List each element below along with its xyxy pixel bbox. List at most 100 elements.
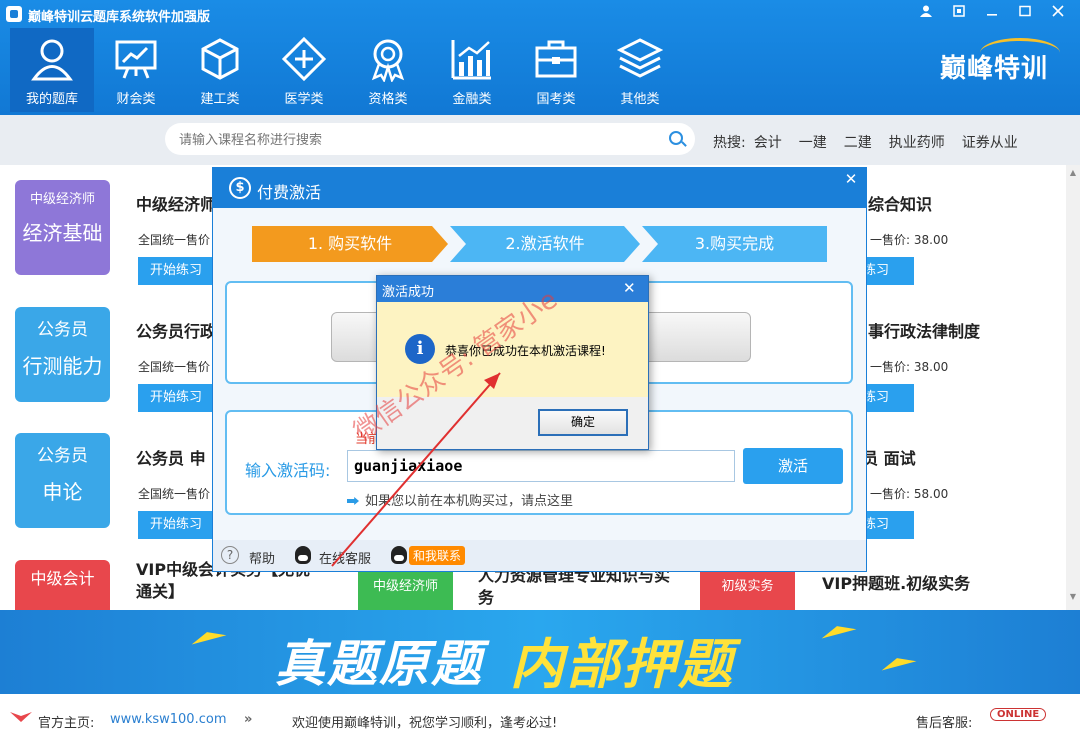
nav-item-other[interactable]: 其他类 bbox=[598, 28, 682, 112]
start-practice-button[interactable]: 开始练习 bbox=[138, 257, 214, 285]
maximize-icon[interactable] bbox=[1012, 4, 1038, 24]
hot-item[interactable]: 会计 bbox=[754, 132, 782, 152]
activation-code-input[interactable]: guanjiaxiaoe bbox=[347, 450, 735, 482]
home-icon bbox=[10, 710, 32, 728]
qq-icon bbox=[391, 546, 407, 564]
course-title[interactable]: VIP押题班.初级实务 bbox=[822, 570, 970, 594]
welcome-text: 欢迎使用巅峰特训，祝您学习顺利，逢考必过! bbox=[292, 716, 558, 731]
help-icon[interactable]: ? bbox=[221, 546, 239, 564]
course-price: 一售价: 38.00 bbox=[870, 360, 949, 374]
double-chevron-icon: » bbox=[244, 712, 253, 727]
success-header: 激活成功 ✕ bbox=[377, 276, 648, 302]
nav-item-medical[interactable]: 医学类 bbox=[262, 28, 346, 112]
status-bar: 官方主页: www.ksw100.com » 欢迎使用巅峰特训，祝您学习顺利，逢… bbox=[0, 694, 1080, 738]
close-icon[interactable]: ✕ bbox=[623, 279, 636, 297]
badge-subject: 行测能力 bbox=[22, 354, 103, 378]
bar-chart-icon bbox=[451, 40, 491, 80]
help-link[interactable]: 帮助 bbox=[249, 548, 275, 567]
course-title[interactable]: 综合知识 bbox=[868, 191, 932, 215]
nav-label: 医学类 bbox=[284, 92, 324, 107]
step-progress: 1. 购买软件 2.激活软件 3.购买完成 bbox=[252, 226, 827, 262]
step-done: 3.购买完成 bbox=[642, 226, 827, 262]
badge-category: 中级经济师 bbox=[29, 192, 95, 207]
step-buy: 1. 购买软件 bbox=[252, 226, 448, 262]
course-title[interactable]: 公务员 申 bbox=[136, 445, 206, 469]
briefcase-icon bbox=[535, 40, 577, 78]
contact-me-button[interactable]: 和我联系 bbox=[409, 546, 466, 565]
badge-category: 公务员 bbox=[37, 446, 88, 466]
hot-item[interactable]: 证券从业 bbox=[962, 132, 1018, 152]
arrow-right-icon bbox=[347, 497, 359, 505]
badge-category: 中级会计 bbox=[30, 569, 95, 588]
chart-board-icon bbox=[115, 40, 157, 79]
search-row: 热搜: 会计 一建 二建 执业药师 证券从业 bbox=[0, 115, 1080, 165]
restore-purchase-link[interactable]: 如果您以前在本机购买过，请点这里 bbox=[347, 490, 573, 509]
scrollbar[interactable] bbox=[1066, 165, 1080, 610]
banner-highlight: 内部押题 bbox=[510, 633, 734, 694]
user-icon[interactable] bbox=[913, 4, 939, 24]
search-box bbox=[165, 123, 695, 155]
course-badge: 公务员 申论 bbox=[15, 433, 110, 528]
search-icon[interactable] bbox=[669, 131, 683, 145]
nav-item-construction[interactable]: 建工类 bbox=[178, 28, 262, 112]
nav-label: 资格类 bbox=[368, 92, 408, 107]
title-bar: 巅峰特训云题库系统软件加强版 bbox=[0, 0, 1080, 28]
nav-label: 国考类 bbox=[536, 92, 576, 107]
start-practice-button[interactable]: 开始练习 bbox=[138, 511, 214, 539]
course-price: 全国统一售价 bbox=[138, 360, 211, 374]
nav-label: 金融类 bbox=[452, 92, 492, 107]
badge-category: 中级经济师 bbox=[372, 579, 438, 594]
online-service-link[interactable]: 在线客服 bbox=[319, 548, 371, 567]
hint-text: 如果您以前在本机购买过，请点这里 bbox=[365, 494, 574, 509]
course-title[interactable]: 公务员行政 bbox=[136, 318, 216, 342]
badge-subject: 申论 bbox=[42, 480, 83, 504]
promo-banner[interactable]: 真题原题 内部押题 bbox=[0, 610, 1080, 694]
activate-button[interactable]: 激活 bbox=[743, 448, 843, 484]
course-badge: 初级实务 bbox=[700, 567, 795, 610]
start-practice-button[interactable]: 开始练习 bbox=[138, 384, 214, 412]
course-title[interactable]: 员 面试 bbox=[862, 445, 916, 469]
app-window: 巅峰特训云题库系统软件加强版 我的题库 财会类 建工类 医学类 资格类 金融类 … bbox=[0, 0, 1080, 738]
qq-icon bbox=[295, 546, 311, 564]
category-nav: 我的题库 财会类 建工类 医学类 资格类 金融类 国考类 其他类 bbox=[10, 28, 682, 115]
dialog-title: 付费激活 bbox=[257, 183, 322, 202]
nav-label: 财会类 bbox=[116, 92, 156, 107]
nav-item-my-bank[interactable]: 我的题库 bbox=[10, 28, 94, 112]
search-input[interactable] bbox=[179, 129, 649, 149]
step-activate: 2.激活软件 bbox=[450, 226, 640, 262]
brand-logo: 巅峰特训 bbox=[940, 54, 1049, 84]
badge-category: 初级实务 bbox=[721, 579, 774, 594]
close-icon[interactable]: ✕ bbox=[841, 170, 861, 190]
success-title: 激活成功 bbox=[382, 285, 435, 300]
medical-cross-icon bbox=[281, 36, 327, 82]
hot-item[interactable]: 一建 bbox=[799, 132, 827, 152]
award-icon bbox=[371, 39, 405, 82]
course-price: 全国统一售价 bbox=[138, 487, 211, 501]
qq-online-badge[interactable]: ONLINE bbox=[990, 708, 1047, 721]
scroll-up-icon[interactable]: ▲ bbox=[1066, 168, 1080, 182]
app-icon bbox=[6, 6, 22, 22]
top-bar: 巅峰特训云题库系统软件加强版 我的题库 财会类 建工类 医学类 资格类 金融类 … bbox=[0, 0, 1080, 115]
nav-label: 其他类 bbox=[620, 92, 660, 107]
course-badge: 中级经济师 bbox=[358, 567, 453, 610]
window-title: 巅峰特训云题库系统软件加强版 bbox=[28, 10, 211, 25]
nav-item-civil-exam[interactable]: 国考类 bbox=[514, 28, 598, 112]
code-label: 输入激活码: bbox=[245, 461, 331, 480]
scroll-down-icon[interactable]: ▼ bbox=[1066, 592, 1080, 606]
course-title[interactable]: 事行政法律制度 bbox=[868, 318, 980, 342]
hot-item[interactable]: 二建 bbox=[844, 132, 872, 152]
settings-icon[interactable] bbox=[946, 4, 972, 24]
nav-item-banking[interactable]: 金融类 bbox=[430, 28, 514, 112]
ok-button[interactable]: 确定 bbox=[538, 409, 628, 436]
minimize-icon[interactable] bbox=[979, 4, 1005, 24]
user-icon bbox=[31, 39, 73, 81]
course-badge: 公务员 行测能力 bbox=[15, 307, 110, 402]
hot-item[interactable]: 执业药师 bbox=[889, 132, 945, 152]
dialog-footer: ? 帮助 在线客服 和我联系 bbox=[213, 540, 866, 571]
nav-item-qualification[interactable]: 资格类 bbox=[346, 28, 430, 112]
close-icon[interactable] bbox=[1045, 4, 1071, 24]
home-link[interactable]: www.ksw100.com bbox=[110, 712, 226, 727]
course-title[interactable]: 中级经济师 bbox=[136, 191, 216, 215]
nav-item-finance[interactable]: 财会类 bbox=[94, 28, 178, 112]
dialog-header: $ 付费激活 ✕ bbox=[213, 168, 866, 208]
